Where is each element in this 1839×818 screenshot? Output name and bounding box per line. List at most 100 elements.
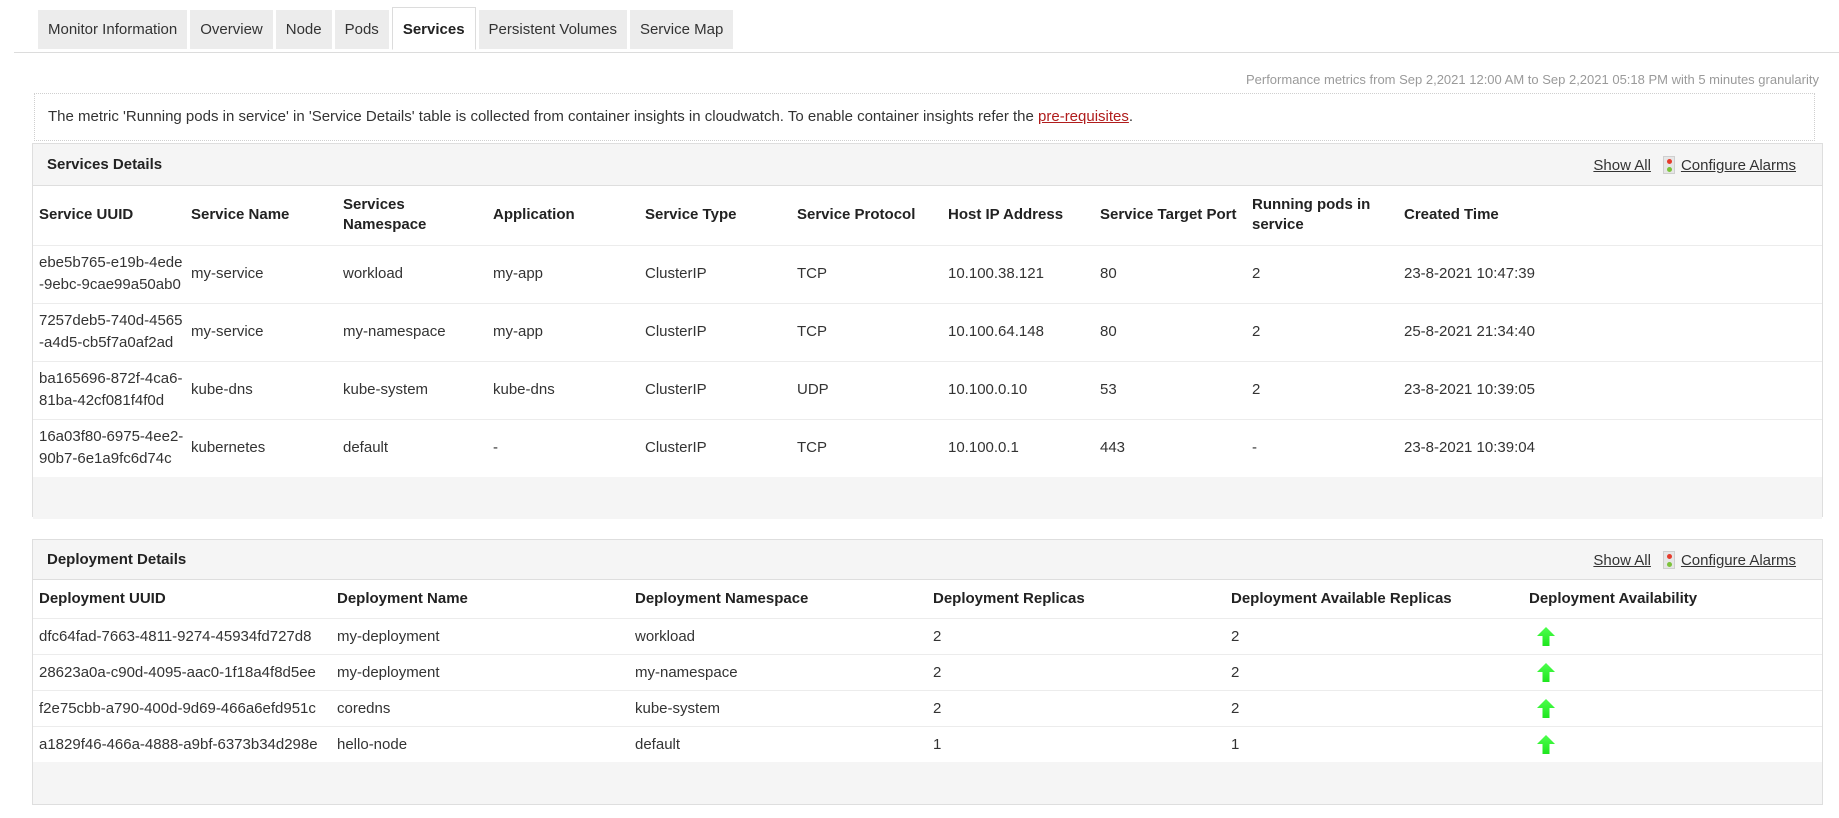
- deployment-availability-cell: [1523, 725, 1822, 762]
- deployment-table-row: f2e75cbb-a790-400d-9d69-466a6efd951c core…: [33, 689, 1822, 726]
- services-column-header: Service Type: [645, 206, 737, 224]
- service-uuid-cell: ebe5b765-e19b-4ede-9ebc-9cae99a50ab0: [33, 244, 185, 303]
- tab-bar: Monitor Information Overview Node Pods S…: [14, 7, 1839, 53]
- deployment-replicas-cell: 2: [927, 617, 1225, 654]
- services-column-header: Service Target Port: [1100, 206, 1237, 224]
- service-target-port-cell: 53: [1094, 360, 1246, 419]
- services-configure-alarms-link[interactable]: Configure Alarms: [1681, 157, 1796, 174]
- deployment-name-cell: my-deployment: [331, 653, 629, 690]
- deployment-panel-footer: [33, 762, 1822, 804]
- service-uuid-cell: 16a03f80-6975-4ee2-90b7-6e1a9fc6d74c: [33, 418, 185, 477]
- service-protocol-cell: TCP: [791, 418, 942, 477]
- deployment-column-header: Deployment Name: [337, 590, 468, 608]
- deployment-uuid-cell: dfc64fad-7663-4811-9274-45934fd727d8: [33, 617, 331, 654]
- created-time-cell: 25-8-2021 21:34:40: [1398, 302, 1822, 361]
- tab-services[interactable]: Services: [391, 7, 476, 50]
- service-target-port-cell: 80: [1094, 244, 1246, 303]
- deployment-column-header: Deployment Replicas: [933, 590, 1085, 608]
- deployment-configure-alarms[interactable]: Configure Alarms: [1662, 551, 1796, 569]
- deployment-panel-title: Deployment Details: [47, 551, 187, 568]
- deployment-namespace-cell: workload: [629, 617, 927, 654]
- application-cell: my-app: [487, 244, 639, 303]
- tabs: Monitor Information Overview Node Pods S…: [38, 7, 734, 52]
- service-type-cell: ClusterIP: [639, 418, 791, 477]
- host-ip-address-cell: 10.100.64.148: [942, 302, 1094, 361]
- service-name-cell: my-service: [185, 302, 337, 361]
- deployment-table-row: 28623a0a-c90d-4095-aac0-1f18a4f8d5ee my-d…: [33, 653, 1822, 690]
- deployment-details-panel: Deployment Details Show All Configure Al…: [32, 539, 1823, 805]
- service-namespace-cell: default: [337, 418, 487, 477]
- traffic-light-alarm-icon: [1662, 551, 1675, 569]
- services-panel-title: Services Details: [47, 156, 163, 173]
- deployment-show-all-link[interactable]: Show All: [1593, 552, 1651, 569]
- up-arrow-icon: [1537, 626, 1555, 646]
- tab-overview[interactable]: Overview: [190, 10, 273, 49]
- deployment-replicas-cell: 2: [927, 653, 1225, 690]
- services-header-row: Service UUID Service Name Services Namespa…: [33, 186, 1822, 245]
- deployment-replicas-cell: 1: [927, 725, 1225, 762]
- services-column-header: Running pods in service: [1252, 196, 1371, 234]
- created-time-cell: 23-8-2021 10:39:05: [1398, 360, 1822, 419]
- deployment-namespace-cell: my-namespace: [629, 653, 927, 690]
- deployment-column-header: Deployment Availability: [1529, 590, 1698, 608]
- deployment-uuid-cell: a1829f46-466a-4888-a9bf-6373b34d298e: [33, 725, 331, 762]
- service-type-cell: ClusterIP: [639, 302, 791, 361]
- deployment-namespace-cell: kube-system: [629, 689, 927, 726]
- service-namespace-cell: workload: [337, 244, 487, 303]
- tab-pods[interactable]: Pods: [334, 10, 389, 49]
- services-table: Service UUID Service Name Services Namespa…: [33, 186, 1822, 477]
- services-column-header: Application: [493, 206, 575, 224]
- deployment-column-header: Deployment Available Replicas: [1231, 590, 1452, 608]
- service-namespace-cell: kube-system: [337, 360, 487, 419]
- deployment-header-row: Deployment UUID Deployment Name Deployment…: [33, 580, 1822, 618]
- deployment-panel-actions: Show All Configure Alarms: [1593, 540, 1796, 580]
- tab-persistent-volumes[interactable]: Persistent Volumes: [478, 10, 627, 49]
- deployment-namespace-cell: default: [629, 725, 927, 762]
- services-column-header: Service Protocol: [797, 206, 916, 224]
- service-uuid-cell: ba165696-872f-4ca6-81ba-42cf081f4f0d: [33, 360, 185, 419]
- up-arrow-icon: [1537, 698, 1555, 718]
- service-name-cell: my-service: [185, 244, 337, 303]
- deployment-name-cell: coredns: [331, 689, 629, 726]
- tab-monitor-information[interactable]: Monitor Information: [38, 10, 188, 49]
- services-column-header: Service UUID: [39, 206, 134, 224]
- services-table-row: ba165696-872f-4ca6-81ba-42cf081f4f0d kube…: [33, 360, 1822, 419]
- deployment-replicas-cell: 2: [927, 689, 1225, 726]
- service-protocol-cell: TCP: [791, 244, 942, 303]
- deployment-uuid-cell: f2e75cbb-a790-400d-9d69-466a6efd951c: [33, 689, 331, 726]
- services-table-row: 7257deb5-740d-4565-a4d5-cb5f7a0af2ad my-s…: [33, 302, 1822, 361]
- services-details-panel: Services Details Show All Configure Alar…: [32, 143, 1823, 519]
- tab-node[interactable]: Node: [275, 10, 332, 49]
- service-target-port-cell: 80: [1094, 302, 1246, 361]
- deployment-availability-cell: [1523, 689, 1822, 726]
- services-show-all-link[interactable]: Show All: [1593, 157, 1651, 174]
- deployment-availability-cell: [1523, 653, 1822, 690]
- info-suffix: .: [1128, 108, 1134, 125]
- service-namespace-cell: my-namespace: [337, 302, 487, 361]
- services-panel-actions: Show All Configure Alarms: [1593, 144, 1796, 186]
- deployment-availability-cell: [1523, 617, 1822, 654]
- deployment-name-cell: my-deployment: [331, 617, 629, 654]
- host-ip-address-cell: 10.100.38.121: [942, 244, 1094, 303]
- service-protocol-cell: TCP: [791, 302, 942, 361]
- services-panel-footer: [33, 477, 1822, 519]
- services-table-row: 16a03f80-6975-4ee2-90b7-6e1a9fc6d74c kube…: [33, 418, 1822, 477]
- traffic-light-alarm-icon: [1662, 156, 1675, 174]
- created-time-cell: 23-8-2021 10:47:39: [1398, 244, 1822, 303]
- deployment-configure-alarms-link[interactable]: Configure Alarms: [1681, 552, 1796, 569]
- deployment-table: Deployment UUID Deployment Name Deployment…: [33, 580, 1822, 762]
- services-configure-alarms[interactable]: Configure Alarms: [1662, 156, 1796, 174]
- prerequisites-link[interactable]: pre-requisites: [1038, 108, 1129, 125]
- performance-metrics-range: Performance metrics from Sep 2,2021 12:0…: [1245, 72, 1819, 87]
- services-column-header: Created Time: [1404, 206, 1499, 224]
- deployment-name-cell: hello-node: [331, 725, 629, 762]
- tab-service-map[interactable]: Service Map: [629, 10, 734, 49]
- service-protocol-cell: UDP: [791, 360, 942, 419]
- info-text: The metric 'Running pods in service' in …: [48, 108, 1039, 125]
- running-pods-cell: 2: [1246, 302, 1398, 361]
- deployment-panel-header: Deployment Details Show All Configure Al…: [33, 540, 1822, 580]
- running-pods-cell: -: [1246, 418, 1398, 477]
- service-uuid-cell: 7257deb5-740d-4565-a4d5-cb5f7a0af2ad: [33, 302, 185, 361]
- service-type-cell: ClusterIP: [639, 360, 791, 419]
- created-time-cell: 23-8-2021 10:39:04: [1398, 418, 1822, 477]
